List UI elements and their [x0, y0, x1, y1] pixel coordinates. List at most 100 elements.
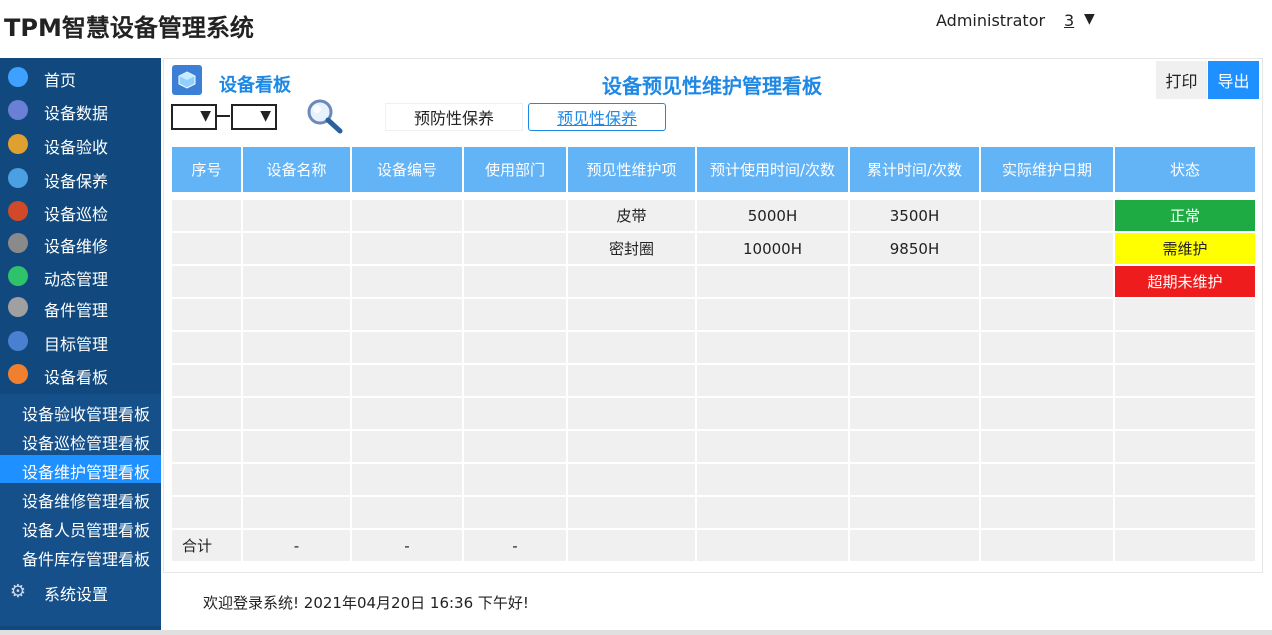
sidebar-item-8[interactable]: 目标管理: [0, 324, 161, 356]
checklist-icon: [8, 201, 28, 221]
table-row: 合计 - - -: [172, 530, 1255, 563]
column-header[interactable]: 预见性维护项: [568, 147, 695, 192]
table-cell: [697, 431, 848, 462]
table-cell: [172, 299, 241, 330]
end-select[interactable]: ▼: [231, 104, 277, 130]
main-content: 设备看板 设备预见性维护管理看板 打印 导出 ▼ ▼ 预防性保养 预见性保养 序…: [163, 58, 1263, 573]
search-icon[interactable]: [304, 97, 348, 137]
submenu-item-3[interactable]: 设备维修管理看板: [0, 484, 161, 512]
sidebar-item-4[interactable]: 设备巡检: [0, 194, 161, 226]
table-cell: [172, 266, 241, 297]
sidebar-item-1[interactable]: 设备数据: [0, 93, 161, 125]
table-cell: [464, 497, 566, 528]
tab-preventive-maintenance[interactable]: 预防性保养: [385, 103, 523, 131]
column-header[interactable]: 设备名称: [243, 147, 350, 192]
table-cell: [1115, 431, 1255, 462]
column-header[interactable]: 序号: [172, 147, 241, 192]
sidebar-item-label: 系统设置: [44, 585, 109, 604]
table-cell: [697, 299, 848, 330]
notification-count[interactable]: 3: [1064, 11, 1074, 30]
user-name[interactable]: Administrator: [936, 11, 1045, 30]
section-label: 设备看板: [219, 75, 291, 96]
table-cell: [697, 266, 848, 297]
sidebar-item-2[interactable]: 设备验收: [0, 127, 161, 159]
sidebar-item-label: 目标管理: [44, 335, 109, 354]
table-cell: 9850H: [850, 233, 979, 264]
table-cell: [850, 266, 979, 297]
submenu-item-label: 设备维修管理看板: [22, 492, 151, 511]
table-cell: [464, 332, 566, 363]
table-cell: [464, 299, 566, 330]
target-icon: [8, 331, 28, 351]
sidebar-item-5[interactable]: 设备维修: [0, 226, 161, 258]
table-cell: [172, 332, 241, 363]
table-cell: [568, 398, 695, 429]
sidebar-item-label: 动态管理: [44, 270, 109, 289]
export-button[interactable]: 导出: [1208, 61, 1259, 99]
sidebar-item-label: 备件管理: [44, 301, 109, 320]
start-select[interactable]: ▼: [171, 104, 217, 130]
table-cell: [464, 365, 566, 396]
table-cell: [352, 332, 462, 363]
app-title: TPM智慧设备管理系统: [4, 14, 254, 42]
sidebar-item-6[interactable]: 动态管理: [0, 259, 161, 291]
table-header-row: 序号 设备名称 设备编号 使用部门 预见性维护项 预计使用时间/次数 累计时间/次数 实际维护…: [172, 147, 1255, 192]
sidebar-item-9[interactable]: 设备看板: [0, 357, 161, 389]
print-button[interactable]: 打印: [1156, 61, 1207, 99]
sidebar-item-3[interactable]: 设备保养: [0, 161, 161, 193]
table-cell: [850, 398, 979, 429]
table-cell: -: [352, 530, 462, 561]
submenu-item-2[interactable]: 设备维护管理看板: [0, 455, 161, 483]
table-cell: [243, 299, 350, 330]
tab-predictive-maintenance[interactable]: 预见性保养: [528, 103, 666, 131]
submenu-item-4[interactable]: 设备人员管理看板: [0, 513, 161, 541]
sidebar-item-settings[interactable]: ⚙ 系统设置: [0, 574, 161, 606]
table-cell: [850, 299, 979, 330]
table-cell: [172, 365, 241, 396]
sidebar-item-7[interactable]: 备件管理: [0, 290, 161, 322]
user-menu-chevron-down-icon[interactable]: ▼: [1084, 11, 1095, 27]
monitor-icon: [8, 100, 28, 120]
status-badge: 需维护: [1115, 233, 1255, 264]
table-row: 皮带 5000H 3500H 正常: [172, 200, 1255, 233]
column-header[interactable]: 设备编号: [352, 147, 462, 192]
sidebar-item-label: 设备维修: [44, 237, 109, 256]
table-cell: [352, 200, 462, 231]
submenu-item-5[interactable]: 备件库存管理看板: [0, 542, 161, 570]
sidebar: 设备验收管理看板 设备巡检管理看板设备维护管理看板设备维修管理看板设备人员管理看板…: [0, 58, 161, 635]
table-cell: [352, 497, 462, 528]
table-cell: [568, 332, 695, 363]
submenu-item-label: 设备验收管理看板: [22, 405, 151, 424]
table-cell: [568, 266, 695, 297]
column-header[interactable]: 预计使用时间/次数: [697, 147, 848, 192]
board-icon: [8, 364, 28, 384]
sidebar-item-label: 设备看板: [44, 368, 109, 387]
table-row: [172, 299, 1255, 332]
table-cell: [243, 200, 350, 231]
table-cell: [697, 332, 848, 363]
tab-label: 预见性保养: [556, 109, 637, 128]
sidebar-item-label: 首页: [44, 71, 77, 90]
status-badge: 正常: [1115, 200, 1255, 231]
table-row: [172, 431, 1255, 464]
table-cell: [352, 233, 462, 264]
table-row: 密封圈 10000H 9850H 需维护: [172, 233, 1255, 266]
table-cell: [1115, 530, 1255, 561]
table-cell: [850, 530, 979, 561]
table-cell: [1115, 464, 1255, 495]
table-cell: [464, 200, 566, 231]
sidebar-item-label: 设备验收: [44, 138, 109, 157]
table-cell: [697, 365, 848, 396]
column-header[interactable]: 累计时间/次数: [850, 147, 979, 192]
table-cell: [1115, 398, 1255, 429]
submenu-item-0[interactable]: 设备验收管理看板: [0, 397, 161, 425]
sidebar-item-0[interactable]: 首页: [0, 60, 161, 92]
bottom-divider: [0, 630, 1272, 635]
table-cell: [850, 431, 979, 462]
column-header[interactable]: 实际维护日期: [981, 147, 1113, 192]
submenu-item-label: 设备巡检管理看板: [22, 434, 151, 453]
column-header[interactable]: 使用部门: [464, 147, 566, 192]
submenu-item-1[interactable]: 设备巡检管理看板: [0, 426, 161, 454]
table-cell: [464, 233, 566, 264]
column-header[interactable]: 状态: [1115, 147, 1255, 192]
